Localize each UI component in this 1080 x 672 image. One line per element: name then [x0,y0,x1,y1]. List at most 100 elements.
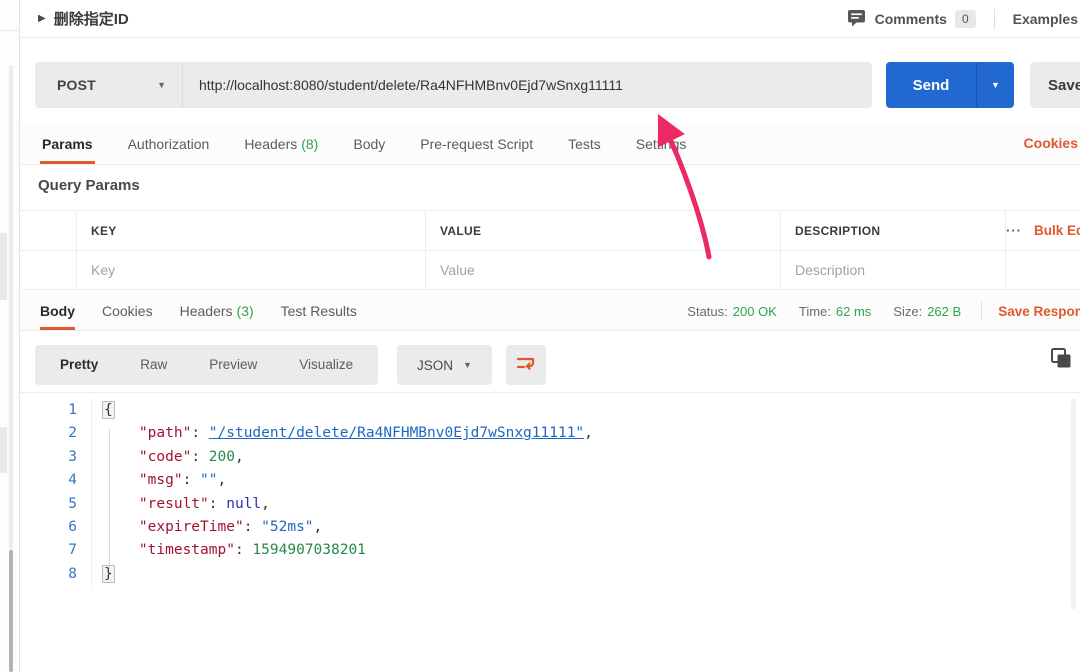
line-content: "code": 200, [92,446,244,469]
view-visualize[interactable]: Visualize [278,345,374,385]
wrap-text-icon [516,355,536,376]
size-value: 262 B [927,304,961,319]
line-content: "expireTime": "52ms", [92,516,322,539]
format-select[interactable]: JSON ▼ [397,345,492,385]
comment-bubble-icon [848,10,866,27]
sidebar-scrollbar-thumb[interactable] [9,550,13,672]
code-line: 7 "timestamp": 1594907038201 [20,539,1080,562]
key-input[interactable]: Key [76,251,425,289]
query-params-table: KEY VALUE DESCRIPTION ··· Bulk Edit Key … [20,210,1080,290]
comments-button[interactable]: Comments 0 [848,10,976,28]
line-content: "path": "/student/delete/Ra4NFHMBnv0Ejd7… [92,422,593,445]
request-tabs: Params Authorization Headers(8) Body Pre… [40,124,719,164]
view-raw[interactable]: Raw [119,345,188,385]
send-options-caret[interactable]: ▼ [976,62,1014,108]
size-indicator: Size: 262 B [893,304,961,319]
code-line: 4 "msg": "", [20,469,1080,492]
value-input[interactable]: Value [425,251,780,289]
tab-params[interactable]: Params [40,124,95,164]
sidebar-item-fragment [0,427,7,473]
tab-headers[interactable]: Headers(8) [242,124,320,164]
method-select[interactable]: POST ▼ [35,62,183,108]
tab-body[interactable]: Body [351,124,387,164]
sidebar-divider [0,30,20,31]
tab-test-results[interactable]: Test Results [281,292,357,330]
row-actions [1005,251,1080,289]
copy-response-button[interactable] [1050,347,1074,371]
method-label: POST [57,77,96,93]
status-value: 200 OK [733,304,777,319]
save-label: Save [1048,77,1080,94]
chevron-down-icon: ▼ [463,360,472,370]
description-input[interactable]: Description [780,251,1005,289]
wrap-text-button[interactable] [506,345,546,385]
url-input[interactable]: http://localhost:8080/student/delete/Ra4… [183,62,872,108]
indent-guide [109,429,110,569]
sidebar-item-fragment [0,233,7,300]
request-tabs-bar: Params Authorization Headers(8) Body Pre… [20,124,1080,165]
tab-authorization[interactable]: Authorization [126,124,212,164]
view-switcher: Pretty Raw Preview Visualize [35,345,378,385]
tab-response-cookies[interactable]: Cookies [102,292,153,330]
response-headers-count: (3) [237,303,254,319]
code-line: 8} [20,563,1080,586]
code-line: 5 "result": null, [20,493,1080,516]
tab-pre-request-script[interactable]: Pre-request Script [418,124,535,164]
view-pretty[interactable]: Pretty [39,345,119,385]
request-panel: ▶ 删除指定ID Comments 0 Examples POST ▼ [20,0,1080,672]
tab-response-headers[interactable]: Headers(3) [180,292,254,330]
examples-button[interactable]: Examples [1013,11,1078,27]
line-number: 8 [20,563,92,586]
line-content: "msg": "", [92,469,226,492]
more-options-icon[interactable]: ··· [1006,223,1022,238]
bulk-edit-button[interactable]: Bulk Edit [1034,223,1080,238]
line-content: "result": null, [92,493,270,516]
copy-icon [1050,356,1072,373]
line-content: { [92,399,115,422]
code-line: 2 "path": "/student/delete/Ra4NFHMBnv0Ej… [20,422,1080,445]
code-line: 3 "code": 200, [20,446,1080,469]
save-button[interactable]: Save [1030,62,1080,108]
request-title: 删除指定ID [54,8,129,29]
request-url-bar: POST ▼ http://localhost:8080/student/del… [20,38,1080,124]
chevron-down-icon: ▼ [157,80,166,90]
editor-scrollbar[interactable] [1071,399,1076,609]
send-label[interactable]: Send [886,62,976,108]
time-value: 62 ms [836,304,871,319]
collapse-caret-icon[interactable]: ▶ [38,13,46,24]
row-checkbox-cell[interactable] [20,251,76,289]
chevron-down-icon: ▼ [991,80,1000,90]
tab-tests[interactable]: Tests [566,124,603,164]
response-body-editor[interactable]: 1{2 "path": "/student/delete/Ra4NFHMBnv0… [20,392,1080,672]
view-preview[interactable]: Preview [188,345,278,385]
response-meta: Status: 200 OK Time: 62 ms Size: 262 B S… [665,292,1080,330]
header-actions: Comments 0 Examples [848,9,1080,29]
line-number: 4 [20,469,92,492]
code-line: 1{ [20,399,1080,422]
checkbox-column-header [20,211,76,250]
tab-response-body[interactable]: Body [40,292,75,330]
key-column-header: KEY [76,211,425,250]
save-response-button[interactable]: Save Response [998,304,1080,319]
description-column-header: DESCRIPTION [780,211,1005,250]
sidebar-edge [0,0,20,672]
comments-label: Comments [875,11,947,27]
table-row: Key Value Description [20,250,1080,290]
code-line: 6 "expireTime": "52ms", [20,516,1080,539]
line-number: 5 [20,493,92,516]
meta-divider [981,302,982,320]
response-header-bar: Body Cookies Headers(3) Test Results Sta… [20,292,1080,331]
status-indicator: Status: 200 OK [687,304,777,319]
params-actions: ··· Bulk Edit [1005,211,1080,250]
line-number: 6 [20,516,92,539]
query-params-title: Query Params [38,177,140,194]
send-button[interactable]: Send ▼ [886,62,1014,108]
format-label: JSON [417,358,453,373]
header-divider [994,9,995,29]
line-number: 3 [20,446,92,469]
postman-app: ▶ 删除指定ID Comments 0 Examples POST ▼ [0,0,1080,672]
code-lines: 1{2 "path": "/student/delete/Ra4NFHMBnv0… [20,399,1080,586]
cookies-link[interactable]: Cookies [1024,124,1078,162]
tab-settings[interactable]: Settings [634,124,689,164]
request-header-bar: ▶ 删除指定ID Comments 0 Examples [20,0,1080,38]
